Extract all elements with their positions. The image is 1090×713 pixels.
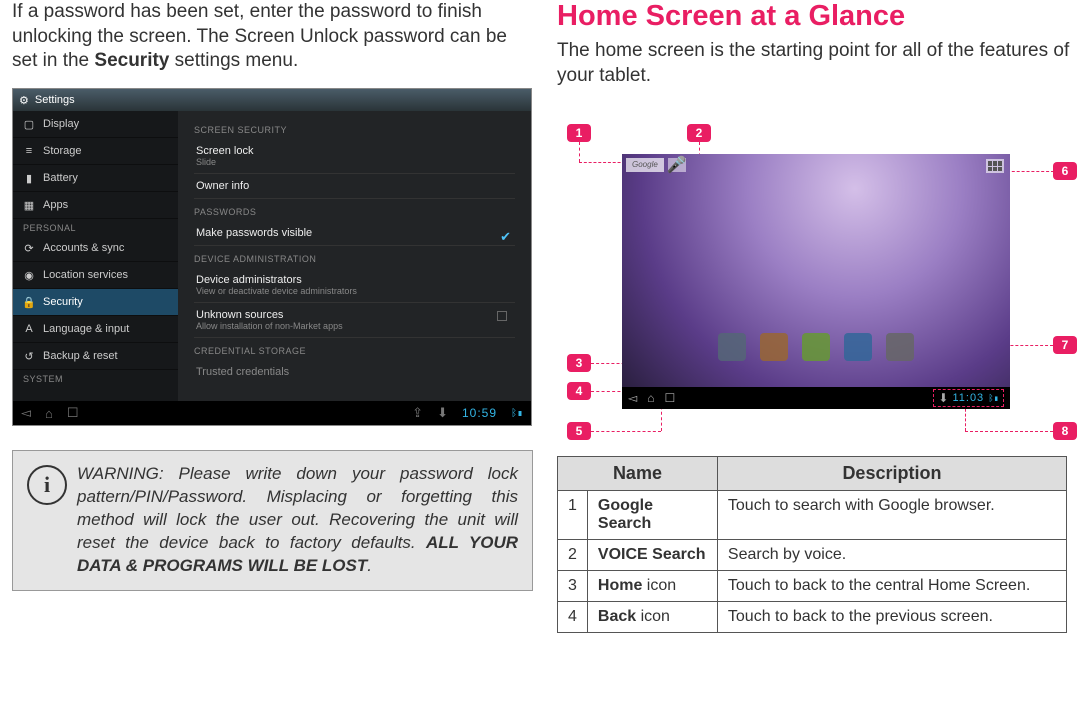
section-system: SYSTEM — [13, 370, 178, 386]
home-screen-diagram: 1 2 6 7 3 4 5 8 Google 🎤 — [557, 114, 1077, 444]
check-icon: ✔ — [500, 229, 511, 245]
tablet-screenshot: Google 🎤 ◅ ⌂ ☐ ⬇ 11:03 — [622, 154, 1010, 409]
settings-title: Settings — [35, 94, 75, 106]
status-icons: ᛒ▮ — [988, 393, 999, 403]
notif-icon: ⬇ — [938, 391, 948, 405]
lock-icon: 🔒 — [23, 296, 35, 308]
callout-4: 4 — [567, 382, 591, 400]
app-icon[interactable] — [844, 333, 872, 361]
section-credential: CREDENTIAL STORAGE — [194, 346, 515, 356]
wallpaper: Google 🎤 — [622, 154, 1010, 387]
feature-table: Name Description 1 Google Search Touch t… — [557, 456, 1067, 633]
section-screen-security: SCREEN SECURITY — [194, 125, 515, 135]
settings-sidebar: ▢Display ≡Storage ▮Battery ▦Apps PERSONA… — [13, 111, 178, 403]
sidebar-item-apps[interactable]: ▦Apps — [13, 192, 178, 219]
checkbox-icon — [497, 311, 507, 321]
tablet-nav-bar: ◅ ⌂ ☐ ⬇ 11:03 ᛒ▮ — [622, 387, 1010, 409]
upload-icon: ⇪ — [412, 405, 423, 421]
warning-text: WARNING: Please write down your password… — [77, 463, 518, 578]
table-header-row: Name Description — [558, 457, 1067, 491]
callout-7: 7 — [1053, 336, 1077, 354]
callout-1: 1 — [567, 124, 591, 142]
col-name: Name — [558, 457, 718, 491]
clock-text: 11:03 — [952, 392, 984, 404]
sidebar-item-security[interactable]: 🔒Security — [13, 289, 178, 316]
row-device-admin[interactable]: Device administratorsView or deactivate … — [194, 268, 515, 303]
col-desc: Description — [717, 457, 1066, 491]
table-row: 1 Google Search Touch to search with Goo… — [558, 491, 1067, 540]
backup-icon: ↺ — [23, 350, 35, 362]
storage-icon: ≡ — [23, 145, 35, 157]
android-nav-bar: ◅ ⌂ ☐ ⇪ ⬇ 10:59 ᛒ▮ — [13, 401, 531, 425]
sidebar-item-storage[interactable]: ≡Storage — [13, 138, 178, 165]
sidebar-item-battery[interactable]: ▮Battery — [13, 165, 178, 192]
home-icon[interactable]: ⌂ — [45, 406, 53, 421]
clock-text: 10:59 — [462, 406, 497, 420]
row-passwords-visible[interactable]: Make passwords visible✔ — [194, 221, 515, 246]
section-device-admin: DEVICE ADMINISTRATION — [194, 254, 515, 264]
google-search-widget[interactable]: Google — [626, 158, 664, 172]
download-icon: ⬇ — [437, 405, 448, 421]
warning-box: i WARNING: Please write down your passwo… — [12, 450, 533, 591]
app-icon[interactable] — [718, 333, 746, 361]
page-title: Home Screen at a Glance — [557, 0, 1078, 33]
sidebar-item-language[interactable]: ALanguage & input — [13, 316, 178, 343]
voice-search-icon[interactable]: 🎤 — [668, 158, 686, 172]
table-row: 4 Back icon Touch to back to the previou… — [558, 602, 1067, 633]
intro-paragraph: If a password has been set, enter the pa… — [12, 0, 533, 74]
sidebar-item-location[interactable]: ◉Location services — [13, 262, 178, 289]
location-icon: ◉ — [23, 269, 35, 281]
app-icon[interactable] — [802, 333, 830, 361]
back-icon[interactable]: ◅ — [21, 405, 31, 421]
settings-pane: SCREEN SECURITY Screen lockSlide Owner i… — [178, 111, 531, 403]
row-screen-lock[interactable]: Screen lockSlide — [194, 139, 515, 174]
sidebar-item-accounts[interactable]: ⟳Accounts & sync — [13, 235, 178, 262]
callout-6: 6 — [1053, 162, 1077, 180]
sidebar-item-backup[interactable]: ↺Backup & reset — [13, 343, 178, 370]
home-icon[interactable]: ⌂ — [647, 391, 654, 405]
back-icon[interactable]: ◅ — [628, 391, 637, 405]
callout-5: 5 — [567, 422, 591, 440]
recent-icon[interactable]: ☐ — [67, 405, 79, 421]
section-personal: PERSONAL — [13, 219, 178, 235]
apps-icon: ▦ — [23, 199, 35, 211]
dock — [718, 333, 914, 361]
sidebar-item-display[interactable]: ▢Display — [13, 111, 178, 138]
settings-screenshot: ⚙ Settings ▢Display ≡Storage ▮Battery ▦A… — [12, 88, 532, 426]
app-icon[interactable] — [760, 333, 788, 361]
settings-titlebar: ⚙ Settings — [13, 89, 531, 111]
row-trusted-cred[interactable]: Trusted credentials — [194, 360, 515, 384]
row-owner-info[interactable]: Owner info — [194, 174, 515, 199]
row-unknown-sources[interactable]: Unknown sourcesAllow installation of non… — [194, 303, 515, 338]
callout-3: 3 — [567, 354, 591, 372]
app-icon[interactable] — [886, 333, 914, 361]
table-row: 2 VOICE Search Search by voice. — [558, 540, 1067, 571]
battery-icon: ▮ — [23, 172, 35, 184]
language-icon: A — [23, 323, 35, 335]
section-passwords: PASSWORDS — [194, 207, 515, 217]
info-icon: i — [27, 465, 67, 505]
callout-2: 2 — [687, 124, 711, 142]
bluetooth-icon: ᛒ▮ — [511, 408, 523, 419]
callout-8: 8 — [1053, 422, 1077, 440]
recent-icon[interactable]: ☐ — [664, 391, 675, 405]
table-row: 3 Home icon Touch to back to the central… — [558, 571, 1067, 602]
status-cluster: ⬇ 11:03 ᛒ▮ — [933, 389, 1004, 407]
sync-icon: ⟳ — [23, 242, 35, 254]
app-drawer-icon[interactable] — [986, 159, 1004, 173]
gear-icon: ⚙ — [19, 94, 29, 107]
display-icon: ▢ — [23, 118, 35, 130]
section-intro: The home screen is the starting point fo… — [557, 39, 1078, 88]
